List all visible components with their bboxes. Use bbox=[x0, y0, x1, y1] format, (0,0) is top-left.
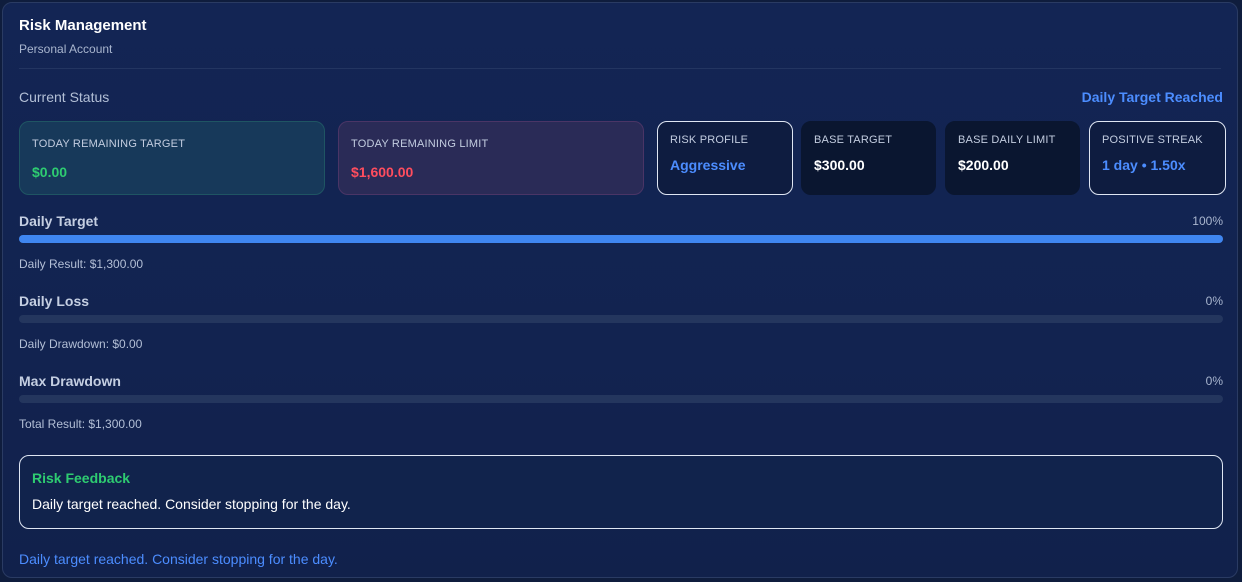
progress-track bbox=[19, 395, 1223, 403]
daily-loss-metric: Daily Loss 0% Daily Drawdown: $0.00 bbox=[19, 293, 1223, 363]
page-title: Risk Management bbox=[19, 17, 147, 34]
progress-track bbox=[19, 315, 1223, 323]
metric-name: Daily Target bbox=[19, 213, 99, 229]
metric-result: Total Result: $1,300.00 bbox=[19, 417, 142, 431]
status-row: Current Status Daily Target Reached bbox=[19, 87, 1223, 107]
remaining-target-card: TODAY REMAINING TARGET $0.00 bbox=[19, 121, 325, 195]
card-label: BASE TARGET bbox=[814, 134, 893, 146]
status-badge[interactable]: Daily Target Reached bbox=[1082, 89, 1223, 105]
metric-result: Daily Drawdown: $0.00 bbox=[19, 337, 143, 351]
card-label: BASE DAILY LIMIT bbox=[958, 134, 1056, 146]
risk-feedback-box: Risk Feedback Daily target reached. Cons… bbox=[19, 455, 1223, 529]
footer-note: Daily target reached. Consider stopping … bbox=[19, 551, 338, 567]
feedback-text: Daily target reached. Consider stopping … bbox=[32, 496, 351, 512]
panel-header: Risk Management Personal Account bbox=[19, 17, 1221, 69]
status-label: Current Status bbox=[19, 89, 110, 105]
base-daily-limit-card: BASE DAILY LIMIT $200.00 bbox=[945, 121, 1080, 195]
card-value: 1 day • 1.50x bbox=[1102, 157, 1186, 173]
metric-name: Daily Loss bbox=[19, 293, 90, 309]
card-value: Aggressive bbox=[670, 157, 746, 173]
card-label: RISK PROFILE bbox=[670, 134, 749, 146]
card-value: $1,600.00 bbox=[351, 164, 414, 180]
max-drawdown-metric: Max Drawdown 0% Total Result: $1,300.00 bbox=[19, 373, 1223, 443]
metric-percent: 0% bbox=[1205, 294, 1223, 308]
card-value: $200.00 bbox=[958, 157, 1009, 173]
base-target-card: BASE TARGET $300.00 bbox=[801, 121, 936, 195]
card-value: $0.00 bbox=[32, 164, 68, 180]
account-subtitle: Personal Account bbox=[19, 42, 113, 56]
progress-fill bbox=[19, 235, 1223, 243]
metric-percent: 100% bbox=[1192, 214, 1223, 228]
summary-cards: TODAY REMAINING TARGET $0.00 TODAY REMAI… bbox=[19, 121, 1226, 195]
metric-percent: 0% bbox=[1205, 374, 1223, 388]
risk-profile-card[interactable]: RISK PROFILE Aggressive bbox=[657, 121, 793, 195]
feedback-title: Risk Feedback bbox=[32, 470, 131, 486]
card-label: TODAY REMAINING LIMIT bbox=[351, 138, 489, 150]
remaining-limit-card: TODAY REMAINING LIMIT $1,600.00 bbox=[338, 121, 644, 195]
positive-streak-card[interactable]: POSITIVE STREAK 1 day • 1.50x bbox=[1089, 121, 1226, 195]
progress-track bbox=[19, 235, 1223, 243]
metric-name: Max Drawdown bbox=[19, 373, 121, 389]
card-label: TODAY REMAINING TARGET bbox=[32, 138, 186, 150]
daily-target-metric: Daily Target 100% Daily Result: $1,300.0… bbox=[19, 213, 1223, 283]
card-label: POSITIVE STREAK bbox=[1102, 134, 1203, 146]
risk-management-panel: Risk Management Personal Account Current… bbox=[2, 2, 1238, 578]
metric-result: Daily Result: $1,300.00 bbox=[19, 257, 144, 271]
card-value: $300.00 bbox=[814, 157, 865, 173]
